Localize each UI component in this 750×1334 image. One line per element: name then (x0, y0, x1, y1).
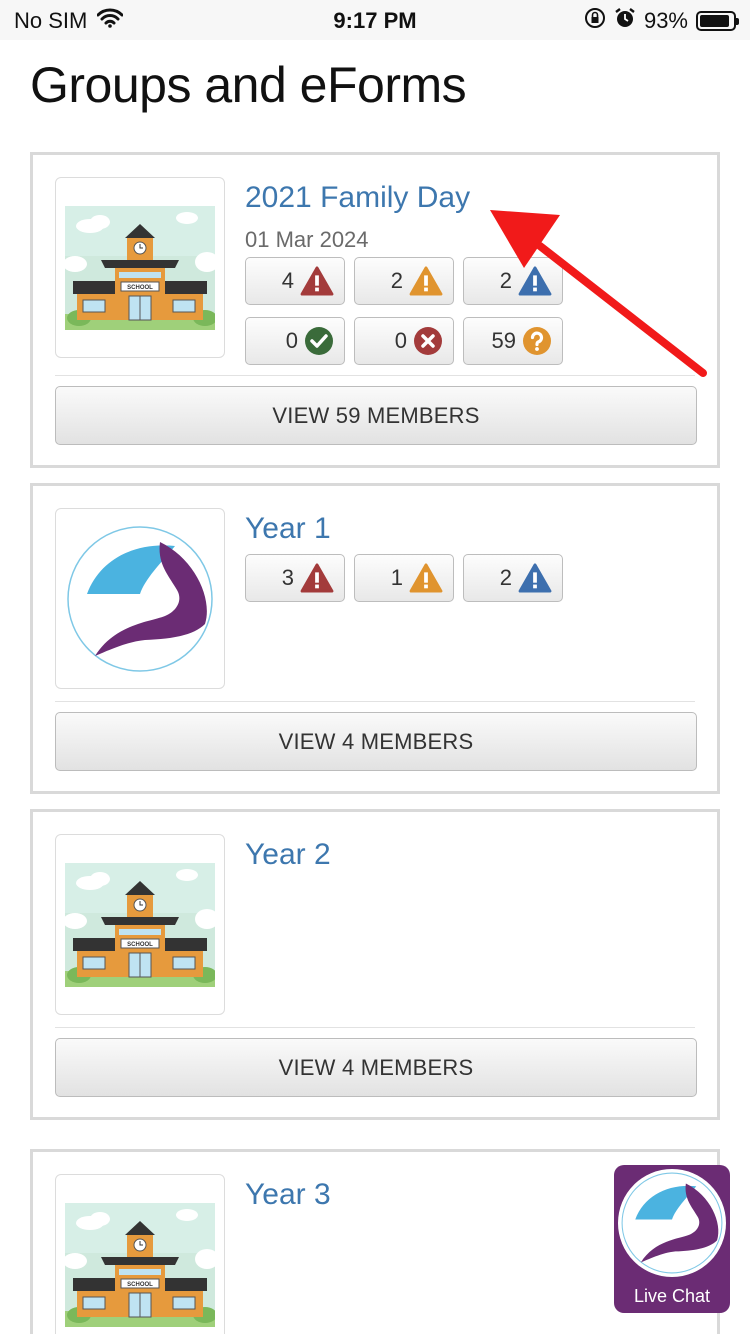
group-thumbnail[interactable] (55, 1174, 225, 1334)
stat-urgent[interactable]: 4 (245, 257, 345, 305)
stat-accepted[interactable]: 0 (245, 317, 345, 365)
stat-unanswered[interactable]: 59 (463, 317, 563, 365)
group-card: Year 2 VIEW 4 MEMBERS (30, 809, 720, 1120)
group-title[interactable]: 2021 Family Day (245, 181, 470, 215)
stat-count: 4 (281, 268, 294, 293)
stat-count: 1 (390, 565, 403, 590)
stat-warning[interactable]: 2 (354, 257, 454, 305)
stat-count: 59 (491, 328, 516, 353)
live-chat-button[interactable]: Live Chat (614, 1165, 730, 1313)
warning-triangle-icon (518, 563, 552, 593)
battery-percent: 93% (643, 8, 688, 33)
x-circle-icon (414, 327, 442, 355)
stat-declined[interactable]: 0 (354, 317, 454, 365)
warning-triangle-icon (409, 266, 443, 296)
group-title[interactable]: Year 2 (245, 838, 331, 872)
group-thumbnail[interactable] (55, 508, 225, 689)
divider (55, 701, 695, 702)
group-card: 2021 Family Day 01 Mar 2024 4 2 2 0 0 59… (30, 152, 720, 468)
page-title: Groups and eForms (30, 57, 467, 113)
alarm-icon (614, 7, 636, 35)
group-date: 01 Mar 2024 (245, 227, 369, 252)
warning-triangle-icon (300, 563, 334, 593)
school-building-image (65, 206, 215, 330)
group-thumbnail[interactable] (55, 834, 225, 1015)
status-bar: No SIM 9:17 PM 93% (0, 0, 750, 40)
group-title[interactable]: Year 3 (245, 1178, 331, 1212)
stats-row: 3 1 2 (245, 554, 572, 602)
live-chat-label: Live Chat (633, 1286, 711, 1306)
view-members-button[interactable]: VIEW 4 MEMBERS (55, 712, 697, 771)
stat-info[interactable]: 2 (463, 554, 563, 602)
warning-triangle-icon (518, 266, 552, 296)
question-circle-icon (523, 327, 551, 355)
stats-row: 4 2 2 (245, 257, 572, 305)
divider (55, 1027, 695, 1028)
divider (55, 375, 695, 376)
stat-count: 2 (390, 268, 403, 293)
stat-count: 0 (285, 328, 298, 353)
stat-count: 0 (394, 328, 407, 353)
warning-triangle-icon (300, 266, 334, 296)
check-circle-icon (305, 327, 333, 355)
stats-row: 0 0 59 (245, 317, 572, 365)
stat-count: 2 (499, 268, 512, 293)
school-building-image (65, 863, 215, 987)
warning-triangle-icon (409, 563, 443, 593)
group-thumbnail[interactable] (55, 177, 225, 358)
stat-count: 2 (499, 565, 512, 590)
stat-urgent[interactable]: 3 (245, 554, 345, 602)
school-logo-icon (618, 1169, 726, 1277)
school-building-image (65, 1203, 215, 1327)
view-members-button[interactable]: VIEW 59 MEMBERS (55, 386, 697, 445)
battery-icon (696, 11, 739, 31)
group-title[interactable]: Year 1 (245, 512, 331, 546)
stat-info[interactable]: 2 (463, 257, 563, 305)
orientation-lock-icon (584, 7, 606, 35)
view-members-button[interactable]: VIEW 4 MEMBERS (55, 1038, 697, 1097)
school-logo-image (65, 524, 215, 674)
stat-warning[interactable]: 1 (354, 554, 454, 602)
stat-count: 3 (281, 565, 294, 590)
group-card: Year 1 3 1 2 VIEW 4 MEMBERS (30, 483, 720, 794)
